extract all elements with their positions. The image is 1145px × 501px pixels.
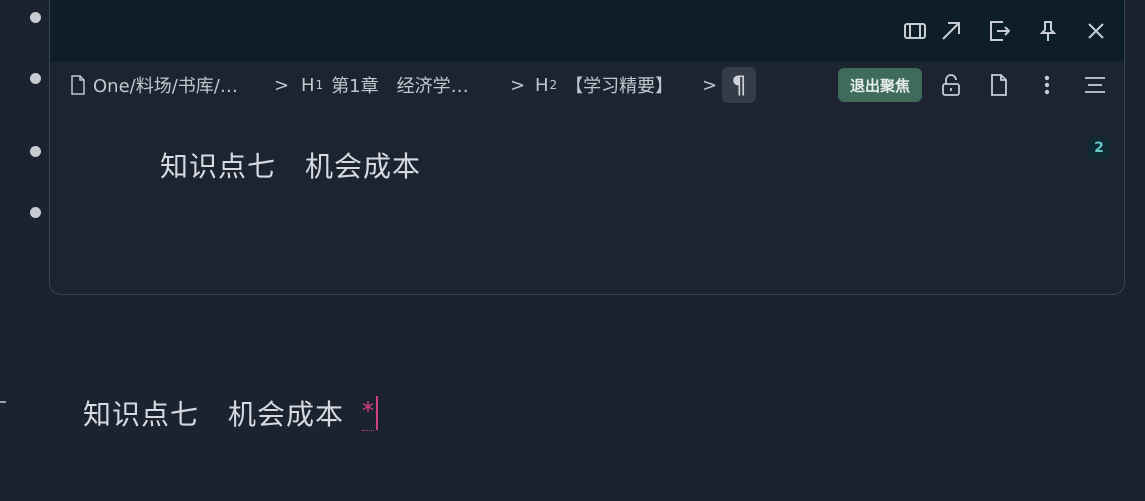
fold-indicator [0,401,6,403]
document-icon[interactable] [987,73,1011,97]
exit-focus-button[interactable]: 退出聚焦 [838,68,922,102]
close-icon[interactable] [1083,18,1109,44]
popover-header [50,0,1124,62]
count-badge: 2 [1088,137,1110,159]
list-bullet[interactable] [30,12,41,23]
page: One/料场/书库/… > H1 第1章 经济学… > H2 【学习精要】 > … [0,0,1145,501]
breadcrumb-item-file[interactable]: One/料场/书库/… [70,72,238,98]
popover-heading[interactable]: 知识点七 机会成本 [160,145,421,185]
breadcrumb-separator: > [274,74,290,96]
list-bullet[interactable] [30,146,41,157]
breadcrumb-label: 【学习精要】 [565,76,674,97]
breadcrumb-separator: > [510,74,526,96]
panel-icon[interactable] [902,18,928,44]
breadcrumb-label: 第1章 经济学… [331,76,469,97]
heading-level-prefix: H [301,74,315,96]
export-icon[interactable] [986,18,1012,44]
pin-icon[interactable] [1035,18,1061,44]
breadcrumb-label: One/料场/书库/… [93,76,238,97]
outline-icon[interactable] [1083,73,1107,97]
list-bullet[interactable] [30,73,41,84]
unsaved-asterisk: * [362,396,374,431]
editor-heading[interactable]: 知识点七 机会成本 [83,393,344,433]
heading-level-number: 1 [315,78,324,92]
open-external-icon[interactable] [938,18,964,44]
list-bullet[interactable] [30,207,41,218]
breadcrumb: One/料场/书库/… > H1 第1章 经济学… > H2 【学习精要】 > … [50,62,1124,108]
unlock-icon[interactable] [939,73,963,97]
heading-level-prefix: H [535,74,549,96]
heading-level-number: 2 [549,78,558,92]
breadcrumb-item-h1[interactable]: H1 第1章 经济学… [301,72,469,98]
breadcrumb-separator: > [702,74,718,96]
hover-preview-popover: One/料场/书库/… > H1 第1章 经济学… > H2 【学习精要】 > … [49,0,1125,295]
text-cursor [376,396,378,430]
more-vertical-icon[interactable] [1035,73,1059,97]
paragraph-button[interactable]: ¶ [722,67,756,103]
file-icon [71,75,85,95]
breadcrumb-item-h2[interactable]: H2 【学习精要】 [535,72,673,98]
